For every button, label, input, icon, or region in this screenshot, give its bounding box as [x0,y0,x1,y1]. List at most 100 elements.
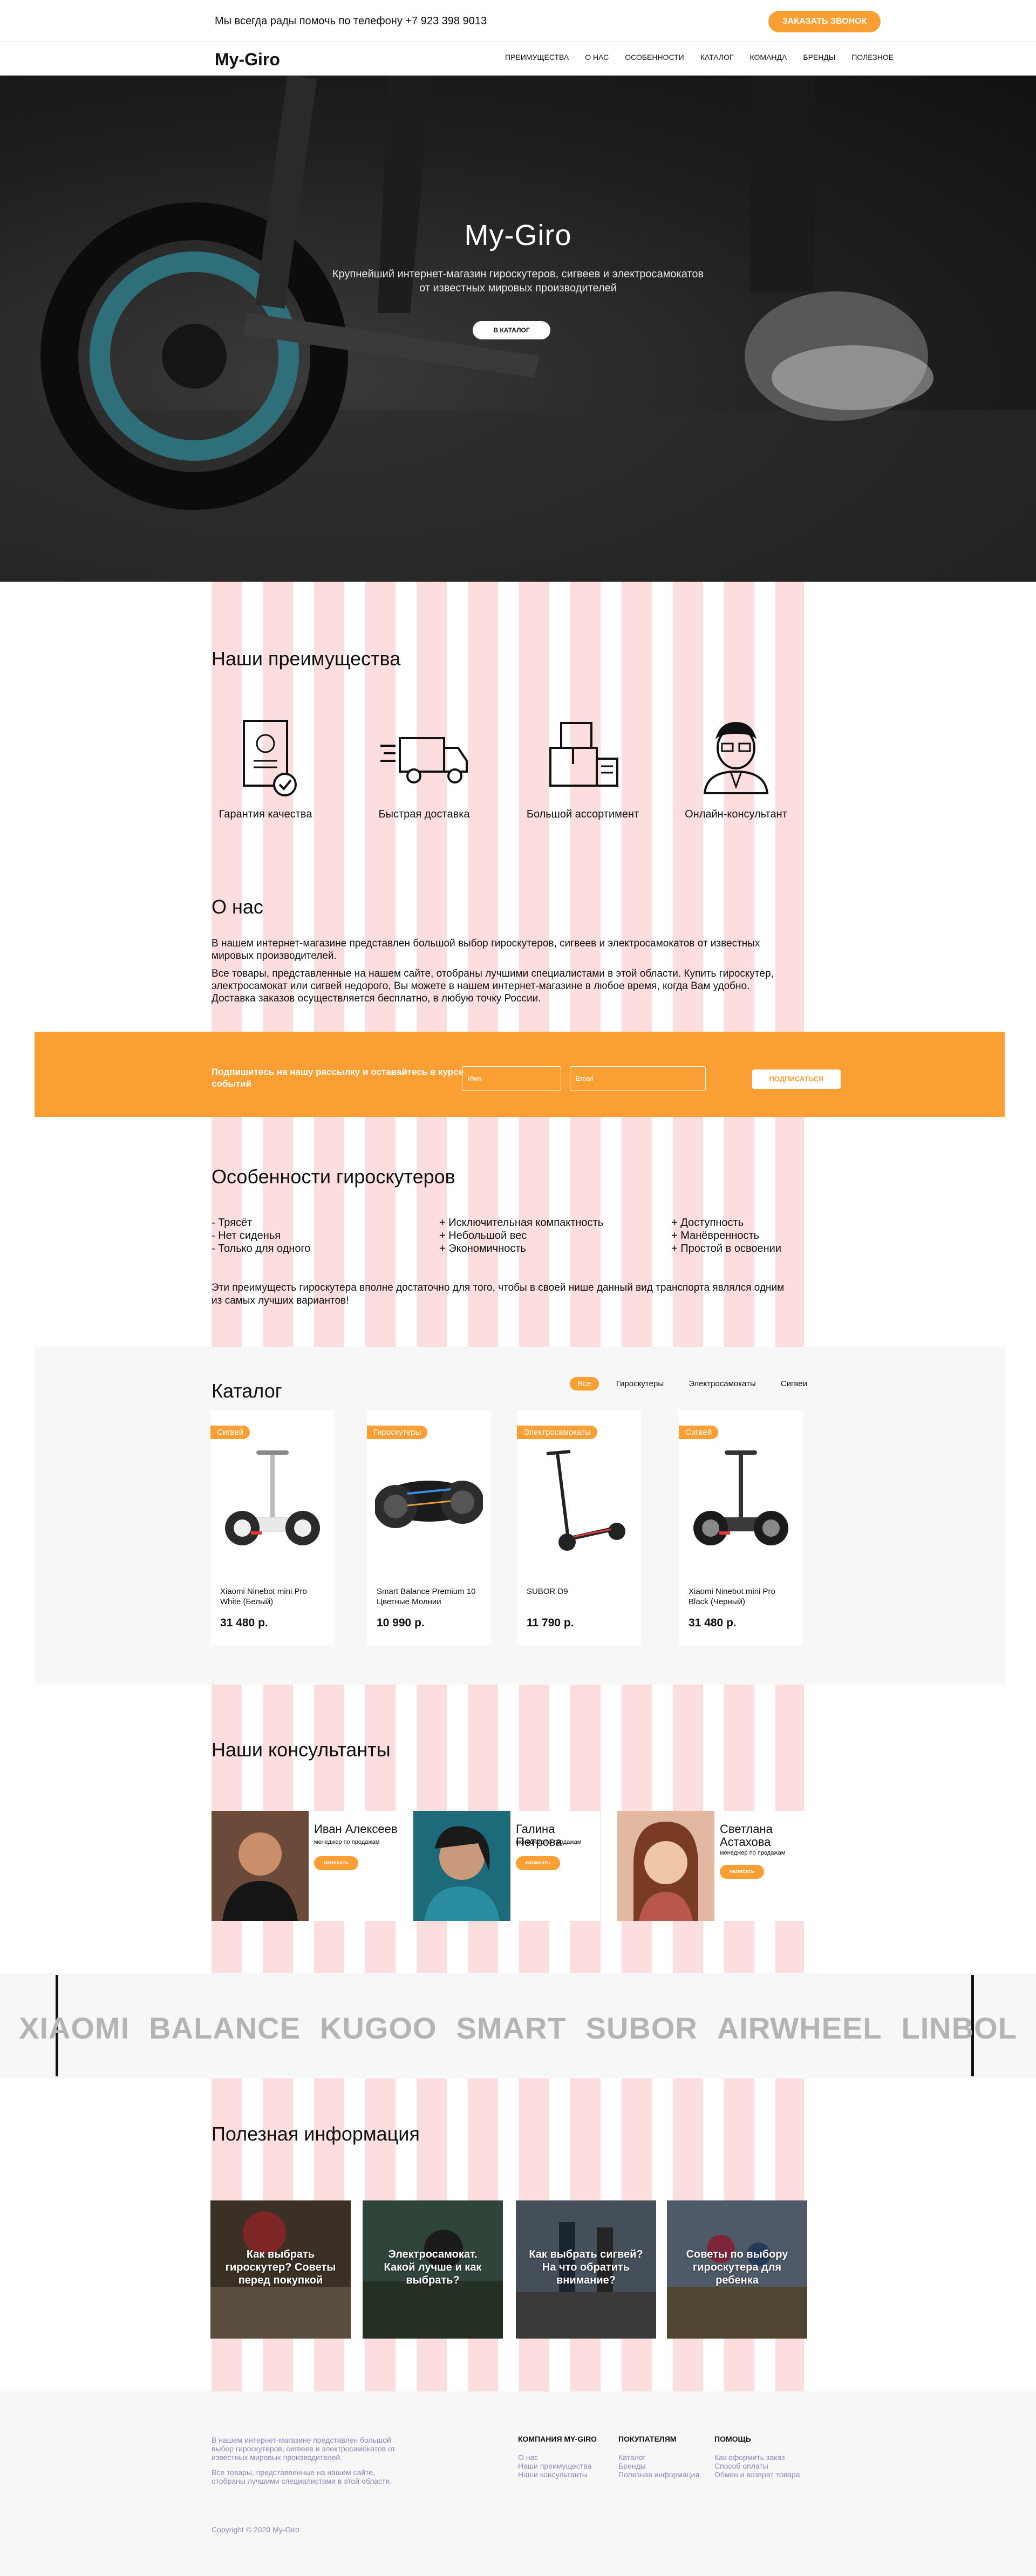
nav-item-advantages[interactable]: ПРЕИМУЩЕСТВА [505,53,569,62]
footer-heading: КОМПАНИЯ MY-GIRO [518,2435,597,2443]
certificate-icon [243,720,297,796]
write-consultant-button[interactable]: написать [314,1856,358,1870]
to-catalog-button[interactable]: В КАТАЛОГ [473,321,550,339]
brand-xiaomi[interactable]: XIAOMI [19,2011,130,2046]
consultant-name: Светлана Астахова [720,1822,773,1849]
consultant-card: Галина Петрова менеджер по продажам напи… [413,1811,600,1921]
advantage-label: Большой ассортимент [526,808,639,820]
brand-balance[interactable]: BALANCE [149,2011,301,2046]
filter-segways[interactable]: Сигвеи [773,1377,815,1391]
product-category-badge: Электросамокаты [517,1426,597,1439]
consultant-role: менеджер по продажам [516,1839,582,1845]
hero-title: My-Giro [464,219,572,251]
feature-item: + Простой в освоении [671,1243,781,1255]
brands-row: XIAOMI BALANCE KUGOO SMART SUBOR AIRWHEE… [0,2011,1036,2046]
product-card[interactable]: Гироскутеры Smart Balance Premium 10 Цве… [367,1410,491,1645]
product-price: 31 480 р. [220,1617,268,1629]
phone-text: Мы всегда рады помочь по телефону +7 923… [215,15,487,27]
consultant-card: Светлана Астахова менеджер по продажам н… [617,1811,804,1921]
features-pros-b: + Доступность + Манёвренность + Простой … [671,1216,781,1255]
boxes-icon [549,722,618,787]
nav-item-useful[interactable]: ПОЛЕЗНОЕ [851,53,894,62]
nav-item-brands[interactable]: БРЕНДЫ [803,53,835,62]
article-card[interactable]: Как выбрать гироскутер? Советы перед пок… [210,2200,351,2339]
escooter-image [546,1450,625,1551]
product-category-badge: Сигвей [210,1426,250,1439]
footer-link[interactable]: Бренды [618,2462,699,2470]
footer-desc-2: Все товары, представленные на нашем сайт… [212,2468,392,2485]
product-price: 31 480 р. [689,1617,737,1629]
article-card[interactable]: Электросамокат. Какой лучше и как выбрат… [363,2200,503,2339]
copyright: Copyright © 2020 My-Giro [212,2525,299,2534]
nav-item-team[interactable]: КОМАНДА [750,53,787,62]
consultants-title: Наши консультанты [212,1739,391,1761]
footer-link[interactable]: Способ оплаты [714,2462,800,2470]
advantage-consultant: Онлайн-консультант [671,718,801,821]
footer-desc-1: В нашем интернет-магазине представлен бо… [212,2436,396,2462]
advantage-label: Гарантия качества [219,808,312,820]
brand-linbol[interactable]: LINBOL [902,2011,1017,2046]
main-navbar: My-Giro ПРЕИМУЩЕСТВА О НАС ОСОБЕННОСТИ К… [0,42,1036,76]
advantage-quality: Гарантия качества [201,718,330,821]
footer-link[interactable]: Как оформить заказ [714,2453,800,2462]
brands-strip: XIAOMI BALANCE KUGOO SMART SUBOR AIRWHEE… [0,1973,1036,2078]
catalog-title: Каталог [212,1380,282,1402]
filter-hoverboards[interactable]: Гироскутеры [609,1377,671,1391]
filter-all[interactable]: Все [570,1377,599,1391]
features-pros-a: + Исключительная компактность + Небольшо… [439,1216,603,1255]
nav-item-catalog[interactable]: КАТАЛОГ [700,53,734,62]
brand-smart[interactable]: SMART [456,2011,567,2046]
write-consultant-button[interactable]: написать [516,1856,560,1870]
brand-subor[interactable]: SUBOR [586,2011,698,2046]
footer-link[interactable]: Полезная информация [618,2470,699,2479]
advantages-title: Наши преимущества [212,648,401,670]
site-logo[interactable]: My-Giro [215,50,280,70]
footer-link[interactable]: О нас [518,2453,597,2462]
subscribe-name-input[interactable]: Имя [462,1066,561,1091]
filter-escooters[interactable]: Электросамокаты [681,1377,764,1391]
consultant-role: менеджер по продажам [314,1839,380,1845]
write-consultant-button[interactable]: написать [720,1865,764,1879]
hero-subtitle: Крупнейший интернет-магазин гироскутеров… [0,267,1036,295]
article-card[interactable]: Советы по выбору гироскутера для ребенка [667,2200,807,2339]
footer-col-company: КОМПАНИЯ MY-GIRO О нас Наши преимущества… [518,2435,597,2479]
hero-subtitle-line1: Крупнейший интернет-магазин гироскутеров… [332,268,704,280]
subscribe-email-input[interactable]: Email [570,1066,706,1091]
product-card[interactable]: Электросамокаты SUBOR D9 11 790 р. [517,1410,641,1645]
footer-heading: ПОМОЩЬ [714,2435,751,2443]
order-call-button[interactable]: ЗАКАЗАТЬ ЗВОНОК [768,11,881,32]
about-text: В нашем интернет-магазине представлен бо… [212,937,783,1010]
top-bar: Мы всегда рады помочь по телефону +7 923… [0,0,1036,42]
article-card[interactable]: Как выбрать сигвей? На что обратить вним… [516,2200,656,2339]
hero-banner: My-Giro Крупнейший интернет-магазин гиро… [0,76,1036,582]
hero-subtitle-line2: от известных мировых производителей [419,282,617,294]
nav-item-about[interactable]: О НАС [585,53,609,62]
brand-airwheel[interactable]: AIRWHEEL [717,2011,882,2046]
features-title: Особенности гироскутеров [212,1166,455,1188]
main-nav: ПРЕИМУЩЕСТВА О НАС ОСОБЕННОСТИ КАТАЛОГ К… [505,53,910,62]
product-price: 11 790 р. [527,1617,574,1629]
consultant-card: Иван Алексеев менеджер по продажам напис… [212,1811,398,1921]
footer-heading: ПОКУПАТЕЛЯМ [618,2435,677,2443]
brand-kugoo[interactable]: KUGOO [320,2011,437,2046]
footer-col-customers: ПОКУПАТЕЛЯМ Каталог Бренды Полезная инфо… [618,2435,699,2479]
footer-link[interactable]: Обмен и возврат товара [714,2470,800,2479]
advantage-label: Онлайн-консультант [685,808,787,820]
info-title: Полезная информация [212,2123,420,2145]
feature-item: + Доступность [671,1217,744,1229]
product-card[interactable]: Сигвей Xiaomi Ninebot mini Pro Black (Че… [679,1410,803,1645]
advantage-label: Быстрая доставка [378,808,470,820]
consultant-photo [212,1811,309,1921]
nav-item-features[interactable]: ОСОБЕННОСТИ [625,53,684,62]
footer-link[interactable]: Каталог [618,2453,699,2462]
segway-black-image [693,1450,788,1545]
product-card[interactable]: Сигвей Xiaomi Ninebot mini Pro White (Бе… [210,1410,335,1645]
footer-link[interactable]: Наши консультанты [518,2470,597,2479]
subscribe-text: Подпишитесь на нашу рассылку и оставайте… [212,1067,464,1089]
subscribe-button[interactable]: ПОДПИСАТЬСЯ [752,1069,841,1089]
subscribe-band: Подпишитесь на нашу рассылку и оставайте… [35,1032,1005,1117]
consultant-photo [617,1811,714,1921]
product-category-badge: Сигвей [679,1426,719,1439]
footer-link[interactable]: Наши преимущества [518,2462,597,2470]
article-title: Как выбрать сигвей? На что обратить вним… [529,2248,643,2286]
